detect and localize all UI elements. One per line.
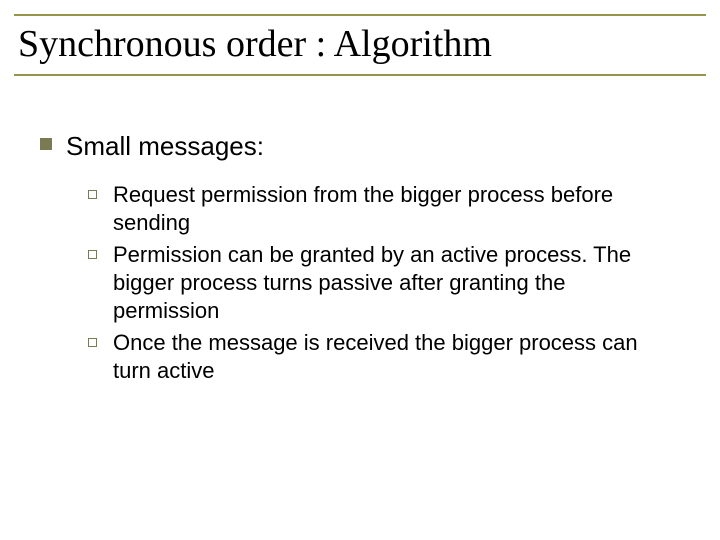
bullet-level2-text: Request permission from the bigger proce… — [113, 181, 673, 237]
hollow-square-bullet-icon — [88, 250, 97, 259]
slide-body: Small messages: Request permission from … — [40, 130, 680, 390]
hollow-square-bullet-icon — [88, 338, 97, 347]
slide-title: Synchronous order : Algorithm — [18, 22, 492, 66]
bullet-level2-text: Once the message is received the bigger … — [113, 329, 673, 385]
sub-bullet-list: Request permission from the bigger proce… — [88, 181, 680, 386]
bullet-level1: Small messages: — [40, 130, 680, 163]
title-rule-bottom — [14, 74, 706, 76]
title-rule-top — [14, 14, 706, 16]
square-bullet-icon — [40, 138, 52, 150]
bullet-level2: Once the message is received the bigger … — [88, 329, 680, 385]
bullet-level1-text: Small messages: — [66, 130, 264, 163]
hollow-square-bullet-icon — [88, 190, 97, 199]
slide: Synchronous order : Algorithm Small mess… — [0, 0, 720, 540]
bullet-level2: Permission can be granted by an active p… — [88, 241, 680, 325]
bullet-level2: Request permission from the bigger proce… — [88, 181, 680, 237]
bullet-level2-text: Permission can be granted by an active p… — [113, 241, 673, 325]
